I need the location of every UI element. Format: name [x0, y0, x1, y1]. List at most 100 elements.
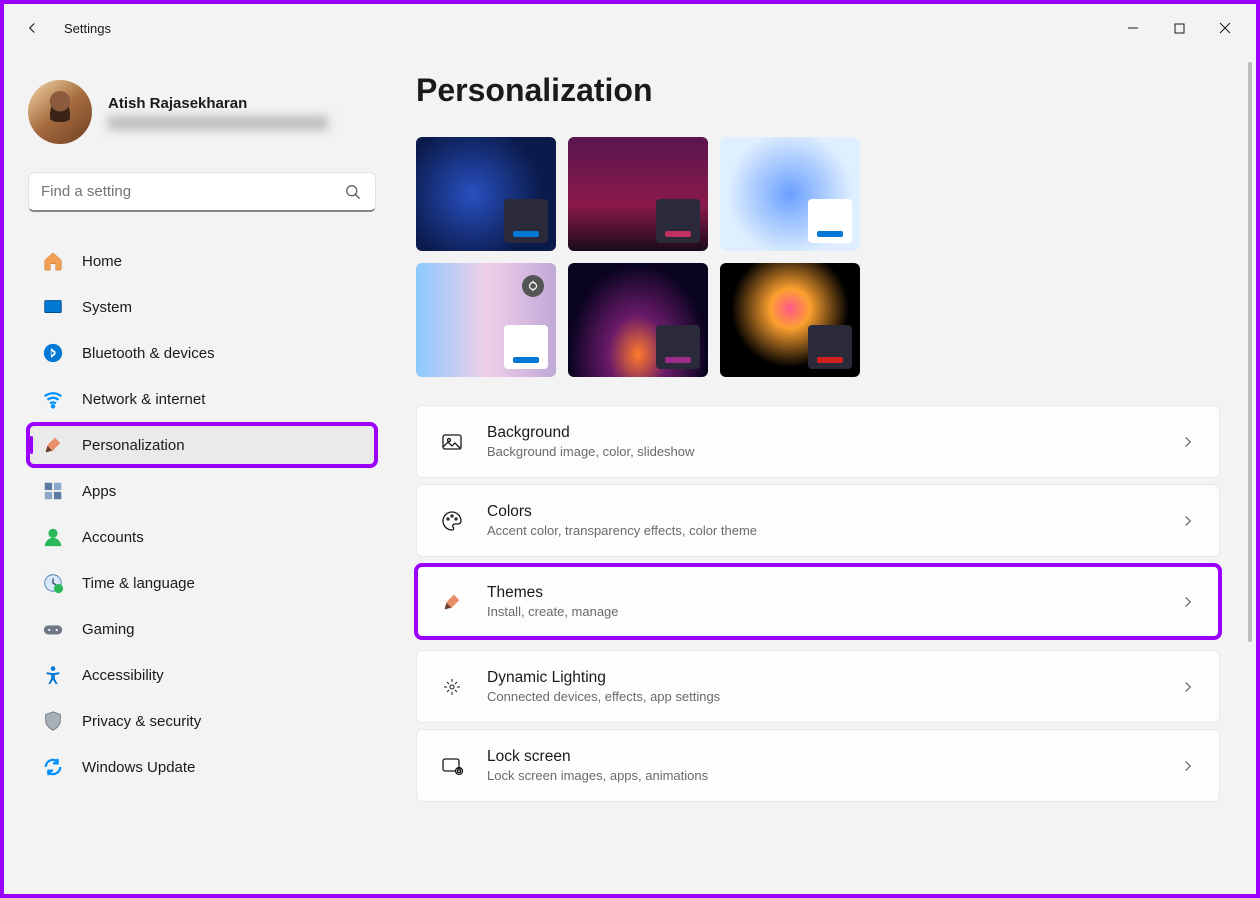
sidebar-item-wifi[interactable]: Network & internet — [28, 378, 376, 420]
setting-themes[interactable]: Themes Install, create, manage — [416, 565, 1220, 638]
sidebar-item-update[interactable]: Windows Update — [28, 746, 376, 788]
user-profile[interactable]: Atish Rajasekharan — [28, 80, 384, 144]
sidebar-item-label: Accounts — [82, 529, 144, 546]
setting-lock-screen[interactable]: Lock screen Lock screen images, apps, an… — [416, 729, 1220, 802]
sidebar-item-gaming[interactable]: Gaming — [28, 608, 376, 650]
setting-background[interactable]: Background Background image, color, slid… — [416, 405, 1220, 478]
theme-preview-accent — [808, 199, 852, 243]
setting-text: Themes Install, create, manage — [487, 584, 1157, 619]
sidebar: Atish Rajasekharan Home System Bluetooth… — [4, 52, 384, 894]
theme-grid — [416, 137, 1220, 377]
setting-title: Themes — [487, 584, 1157, 602]
sidebar-item-label: Home — [82, 253, 122, 270]
theme-tile-windows-light-blue[interactable] — [720, 137, 860, 251]
search-box[interactable] — [28, 172, 376, 212]
theme-preview-accent — [656, 199, 700, 243]
sidebar-item-brush[interactable]: Personalization — [28, 424, 376, 466]
setting-text: Background Background image, color, slid… — [487, 424, 1157, 459]
sidebar-item-privacy[interactable]: Privacy & security — [28, 700, 376, 742]
setting-text: Lock screen Lock screen images, apps, an… — [487, 748, 1157, 783]
nav-list: Home System Bluetooth & devices Network … — [28, 240, 384, 788]
setting-text: Colors Accent color, transparency effect… — [487, 503, 1157, 538]
update-icon — [42, 756, 64, 778]
sidebar-item-label: Time & language — [82, 575, 195, 592]
sidebar-item-accounts[interactable]: Accounts — [28, 516, 376, 558]
wifi-icon — [42, 388, 64, 410]
brush-icon — [439, 589, 465, 615]
setting-title: Colors — [487, 503, 1157, 521]
setting-colors[interactable]: Colors Accent color, transparency effect… — [416, 484, 1220, 557]
sidebar-item-label: System — [82, 299, 132, 316]
system-icon — [42, 296, 64, 318]
sidebar-item-label: Network & internet — [82, 391, 205, 408]
sidebar-item-apps[interactable]: Apps — [28, 470, 376, 512]
minimize-icon — [1127, 22, 1139, 34]
sidebar-item-label: Bluetooth & devices — [82, 345, 215, 362]
titlebar: Settings — [4, 4, 1256, 52]
time-icon — [42, 572, 64, 594]
chevron-right-icon — [1179, 678, 1197, 696]
user-email-redacted — [108, 116, 328, 130]
close-button[interactable] — [1202, 12, 1248, 44]
scrollbar[interactable] — [1248, 62, 1252, 642]
sidebar-item-label: Windows Update — [82, 759, 195, 776]
setting-dynamic-lighting[interactable]: Dynamic Lighting Connected devices, effe… — [416, 650, 1220, 723]
sidebar-item-bluetooth[interactable]: Bluetooth & devices — [28, 332, 376, 374]
setting-title: Background — [487, 424, 1157, 442]
window-controls — [1110, 12, 1248, 44]
search-input[interactable] — [41, 183, 343, 200]
accessibility-icon — [42, 664, 64, 686]
sidebar-item-label: Personalization — [82, 437, 185, 454]
close-icon — [1219, 22, 1231, 34]
setting-text: Dynamic Lighting Connected devices, effe… — [487, 669, 1157, 704]
theme-tile-spotlight-collage[interactable] — [416, 263, 556, 377]
sidebar-item-label: Privacy & security — [82, 713, 201, 730]
setting-desc: Background image, color, slideshow — [487, 444, 1157, 459]
lockscreen-icon — [439, 753, 465, 779]
setting-desc: Lock screen images, apps, animations — [487, 768, 1157, 783]
sidebar-item-home[interactable]: Home — [28, 240, 376, 282]
minimize-button[interactable] — [1110, 12, 1156, 44]
window-title: Settings — [64, 21, 111, 36]
search-icon — [343, 182, 363, 202]
user-name: Atish Rajasekharan — [108, 95, 328, 112]
setting-title: Dynamic Lighting — [487, 669, 1157, 687]
sidebar-item-system[interactable]: System — [28, 286, 376, 328]
sidebar-item-label: Accessibility — [82, 667, 164, 684]
palette-icon — [439, 508, 465, 534]
chevron-right-icon — [1179, 757, 1197, 775]
bluetooth-icon — [42, 342, 64, 364]
spotlight-badge-icon — [522, 275, 544, 297]
arrow-left-icon — [23, 19, 41, 37]
sidebar-item-accessibility[interactable]: Accessibility — [28, 654, 376, 696]
apps-icon — [42, 480, 64, 502]
setting-title: Lock screen — [487, 748, 1157, 766]
theme-tile-glow-magenta[interactable] — [568, 137, 708, 251]
accounts-icon — [42, 526, 64, 548]
theme-preview-accent — [808, 325, 852, 369]
sparkle-icon — [439, 674, 465, 700]
theme-preview-accent — [504, 199, 548, 243]
back-button[interactable] — [12, 8, 52, 48]
theme-preview-accent — [656, 325, 700, 369]
maximize-icon — [1174, 23, 1185, 34]
theme-tile-sunrise-dark[interactable] — [568, 263, 708, 377]
brush-icon — [42, 434, 64, 456]
setting-desc: Connected devices, effects, app settings — [487, 689, 1157, 704]
chevron-right-icon — [1179, 512, 1197, 530]
avatar — [28, 80, 92, 144]
chevron-right-icon — [1179, 433, 1197, 451]
setting-desc: Accent color, transparency effects, colo… — [487, 523, 1157, 538]
sidebar-item-time[interactable]: Time & language — [28, 562, 376, 604]
gaming-icon — [42, 618, 64, 640]
sidebar-item-label: Apps — [82, 483, 116, 500]
maximize-button[interactable] — [1156, 12, 1202, 44]
sidebar-item-label: Gaming — [82, 621, 135, 638]
setting-desc: Install, create, manage — [487, 604, 1157, 619]
theme-preview-accent — [504, 325, 548, 369]
picture-icon — [439, 429, 465, 455]
home-icon — [42, 250, 64, 272]
theme-tile-windows-dark-blue[interactable] — [416, 137, 556, 251]
chevron-right-icon — [1179, 593, 1197, 611]
theme-tile-flow-dark[interactable] — [720, 263, 860, 377]
